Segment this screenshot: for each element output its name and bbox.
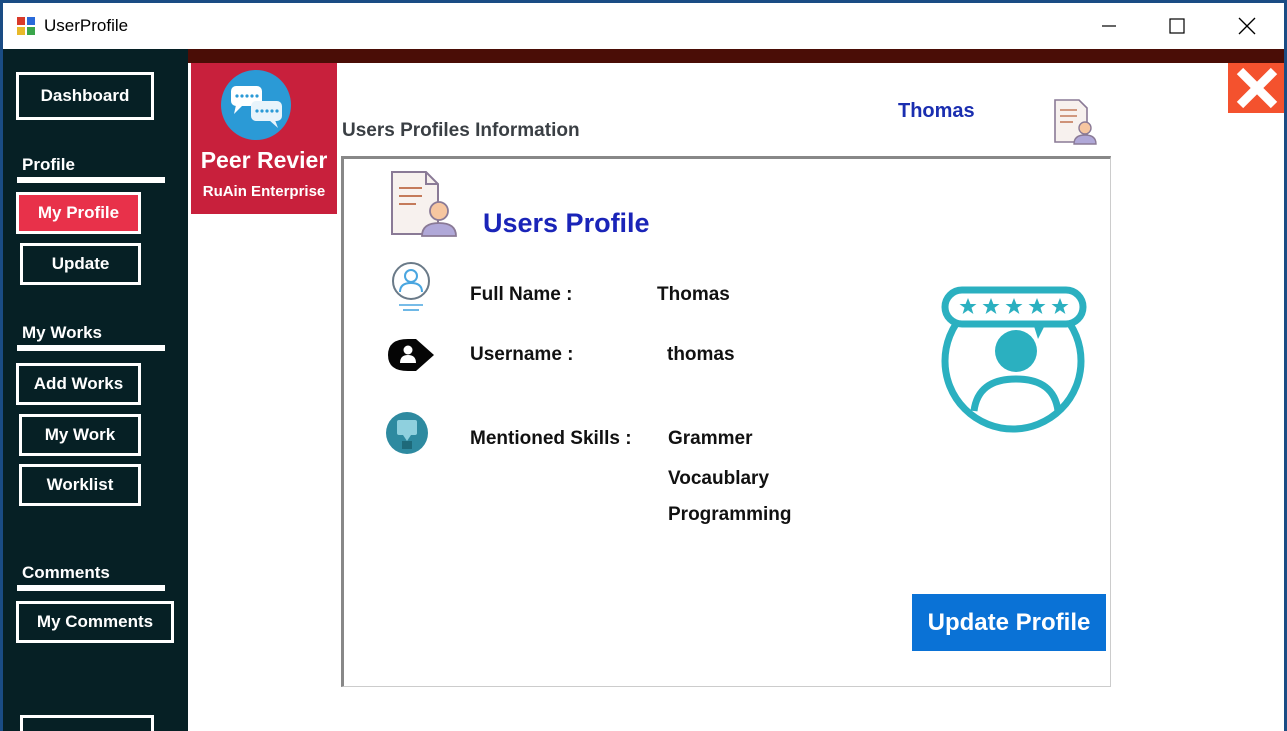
dashboard-button[interactable]: Dashboard bbox=[16, 72, 154, 120]
profile-document-icon bbox=[1054, 99, 1097, 145]
app-icon bbox=[17, 17, 35, 35]
info-title: Users Profiles Information bbox=[342, 120, 580, 141]
top-strip bbox=[188, 49, 1284, 63]
profile-section-divider bbox=[17, 177, 165, 183]
full-name-value: Thomas bbox=[657, 284, 730, 305]
minimize-icon bbox=[1102, 25, 1116, 27]
maximize-icon bbox=[1169, 18, 1185, 34]
profile-section-label: Profile bbox=[22, 155, 75, 174]
comments-section-label: Comments bbox=[22, 563, 110, 582]
close-button[interactable] bbox=[1217, 3, 1277, 49]
profile-document-icon bbox=[391, 171, 457, 237]
username-value: thomas bbox=[667, 344, 735, 365]
rated-user-icon bbox=[941, 286, 1087, 433]
app-window: UserProfile Dashboard Profile My Profile… bbox=[3, 3, 1284, 731]
sidebar: Dashboard Profile My Profile Update My W… bbox=[3, 49, 188, 731]
close-icon bbox=[1238, 17, 1256, 35]
brand-block: Peer Revier RuAin Enterprise bbox=[191, 63, 337, 214]
chat-circle-icon bbox=[386, 412, 428, 454]
my-profile-button[interactable]: My Profile bbox=[16, 192, 141, 234]
my-work-button[interactable]: My Work bbox=[19, 414, 141, 456]
brand-subtitle: RuAin Enterprise bbox=[202, 183, 326, 200]
skill-item: Programming bbox=[668, 504, 792, 525]
title-bar: UserProfile bbox=[3, 3, 1284, 49]
partial-nav-button[interactable] bbox=[20, 715, 154, 731]
chat-bubbles-icon bbox=[221, 70, 291, 140]
skill-item: Vocaublary bbox=[668, 468, 770, 489]
profile-heading: Users Profile bbox=[483, 208, 650, 238]
username-label: Username : bbox=[470, 344, 574, 365]
current-user-name: Thomas bbox=[898, 100, 975, 122]
minimize-button[interactable] bbox=[1079, 3, 1139, 49]
update-button[interactable]: Update bbox=[20, 243, 141, 285]
comments-section-divider bbox=[17, 585, 165, 591]
full-name-label: Full Name : bbox=[470, 284, 573, 305]
brand-title: Peer Revier bbox=[200, 147, 328, 173]
skill-item: Grammer bbox=[668, 428, 753, 449]
user-circle-icon bbox=[392, 262, 430, 311]
works-section-divider bbox=[17, 345, 165, 351]
works-section-label: My Works bbox=[22, 323, 102, 342]
update-profile-button[interactable]: Update Profile bbox=[912, 594, 1106, 651]
maximize-button[interactable] bbox=[1147, 3, 1207, 49]
close-x-icon bbox=[1236, 67, 1278, 109]
add-works-button[interactable]: Add Works bbox=[16, 363, 141, 405]
worklist-button[interactable]: Worklist bbox=[19, 464, 141, 506]
skills-label: Mentioned Skills : bbox=[470, 428, 632, 449]
close-x-button[interactable] bbox=[1228, 63, 1284, 113]
my-comments-button[interactable]: My Comments bbox=[16, 601, 174, 643]
user-tag-icon bbox=[388, 339, 434, 371]
window-title: UserProfile bbox=[44, 16, 129, 35]
